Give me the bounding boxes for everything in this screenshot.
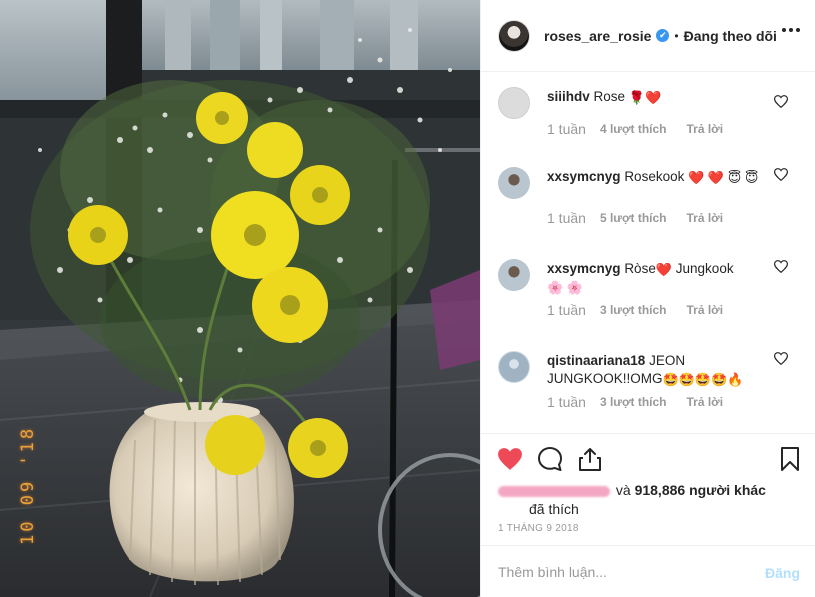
comment-emoji: 🤩🤩🤩🤩🔥 xyxy=(662,372,744,387)
liked-by-summary[interactable]: và 918,886 người khác đã thích xyxy=(498,481,798,519)
comment-body: Rose xyxy=(593,89,626,104)
post-header: roses_are_rosie ✔ • Đang theo dõi xyxy=(481,0,815,72)
comment-body: Rosekook xyxy=(624,169,685,184)
comment-likes[interactable]: 3 lượt thích xyxy=(600,303,667,317)
commenter-avatar[interactable] xyxy=(498,87,530,119)
comment-time[interactable]: 1 tuần xyxy=(547,121,586,137)
date-stamp: 10 09 '18 xyxy=(18,425,38,545)
blurred-username xyxy=(498,485,610,497)
comment-like-heart-icon[interactable] xyxy=(774,168,788,181)
comment-time[interactable]: 1 tuần xyxy=(547,210,586,226)
commenter-username[interactable]: xxsymcnyg xyxy=(547,261,621,276)
comment-time[interactable]: 1 tuần xyxy=(547,394,586,410)
comment-likes[interactable]: 3 lượt thích xyxy=(600,395,667,409)
owner-avatar[interactable] xyxy=(498,19,530,52)
liked-line2: đã thích xyxy=(529,501,579,517)
save-bookmark-icon[interactable] xyxy=(777,446,803,472)
comment-body: Ròse xyxy=(624,261,656,276)
comment-emoji: ❤️ ❤️ 😇 😇 xyxy=(688,170,759,185)
following-button[interactable]: Đang theo dõi xyxy=(684,28,777,44)
post-side-panel: roses_are_rosie ✔ • Đang theo dõi siiihd… xyxy=(480,0,815,597)
post-actions: và 918,886 người khác đã thích 1 THÁNG 9… xyxy=(481,433,815,545)
comment-text: xxsymcnyg Ròse❤️ Jungkook 🌸 🌸 xyxy=(547,260,762,296)
owner-username[interactable]: roses_are_rosie xyxy=(544,28,651,44)
post-date[interactable]: 1 THÁNG 9 2018 xyxy=(498,523,579,534)
comment-time[interactable]: 1 tuần xyxy=(547,302,586,318)
comment-likes[interactable]: 5 lượt thích xyxy=(600,211,667,225)
reply-button[interactable]: Trả lời xyxy=(687,395,724,409)
share-icon[interactable] xyxy=(577,446,603,472)
comment-like-heart-icon[interactable] xyxy=(774,95,788,108)
comment-meta: 1 tuần 3 lượt thích Trả lời xyxy=(547,302,723,318)
commenter-avatar[interactable] xyxy=(498,351,530,383)
comment-item: xxsymcnyg Rosekook ❤️ ❤️ 😇 😇 1 tuần 5 lư… xyxy=(481,153,815,245)
like-heart-icon[interactable] xyxy=(497,446,523,472)
flower-vase-image xyxy=(0,0,480,597)
reply-button[interactable]: Trả lời xyxy=(687,211,724,225)
post-comment-button[interactable]: Đăng xyxy=(765,565,800,581)
comment-like-heart-icon[interactable] xyxy=(774,352,788,365)
commenter-username[interactable]: xxsymcnyg xyxy=(547,169,621,184)
comment-bubble-icon[interactable] xyxy=(537,446,563,472)
comment-likes[interactable]: 4 lượt thích xyxy=(600,122,667,136)
post-photo[interactable]: 10 09 '18 xyxy=(0,0,480,597)
comments-list[interactable]: siiihdv Rose 🌹❤️ 1 tuần 4 lượt thích Trả… xyxy=(481,73,815,433)
commenter-avatar[interactable] xyxy=(498,259,530,291)
comment-text: qistinaariana18 JEON JUNGKOOK!!OMG🤩🤩🤩🤩🔥 xyxy=(547,352,762,388)
add-comment-bar: Đăng xyxy=(481,545,815,597)
comment-item: xxsymcnyg Ròse❤️ Jungkook 🌸 🌸 1 tuần 3 l… xyxy=(481,245,815,337)
commenter-avatar[interactable] xyxy=(498,167,530,199)
add-comment-input[interactable] xyxy=(498,563,738,580)
comment-meta: 1 tuần 3 lượt thích Trả lời xyxy=(547,394,723,410)
comment-meta: 1 tuần 5 lượt thích Trả lời xyxy=(547,210,723,226)
reply-button[interactable]: Trả lời xyxy=(687,122,724,136)
comment-item: qistinaariana18 JEON JUNGKOOK!!OMG🤩🤩🤩🤩🔥 … xyxy=(481,337,815,429)
header-separator: • xyxy=(674,28,679,43)
liked-by-conjunction: và xyxy=(615,482,631,498)
commenter-username[interactable]: siiihdv xyxy=(547,89,590,104)
comment-meta: 1 tuần 4 lượt thích Trả lời xyxy=(547,121,723,137)
comment-text: xxsymcnyg Rosekook ❤️ ❤️ 😇 😇 xyxy=(547,168,762,186)
more-options-icon[interactable] xyxy=(782,28,800,32)
comment-body-2: Jungkook xyxy=(675,261,734,276)
commenter-username[interactable]: qistinaariana18 xyxy=(547,353,645,368)
comment-item: siiihdv Rose 🌹❤️ 1 tuần 4 lượt thích Trả… xyxy=(481,73,815,165)
liked-count[interactable]: 918,886 người khác xyxy=(635,482,766,498)
verified-badge-icon: ✔ xyxy=(656,29,670,42)
comment-emoji: 🌸 🌸 xyxy=(547,280,583,295)
comment-emoji: 🌹❤️ xyxy=(628,90,662,105)
reply-button[interactable]: Trả lời xyxy=(687,303,724,317)
comment-emoji-inline: ❤️ xyxy=(655,262,673,277)
comment-like-heart-icon[interactable] xyxy=(774,260,788,273)
comment-text: siiihdv Rose 🌹❤️ xyxy=(547,88,762,106)
